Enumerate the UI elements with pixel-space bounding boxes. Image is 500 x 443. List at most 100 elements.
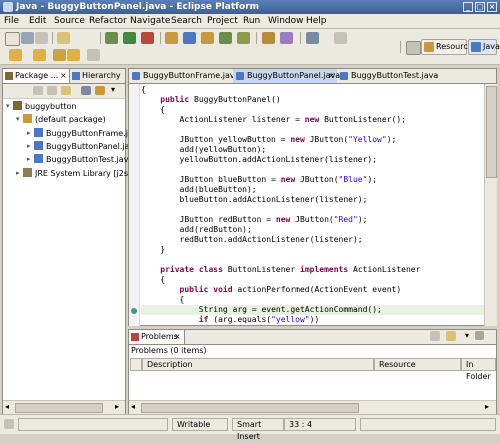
code-line[interactable]: redButton.addActionListener(listener); (141, 235, 484, 245)
view-menu-icon[interactable]: ▾ (111, 85, 115, 94)
code-line[interactable]: yellowButton.addActionListener(listener)… (141, 155, 484, 165)
back-icon[interactable] (67, 49, 80, 61)
minimize-view-icon[interactable] (475, 331, 484, 340)
column-header-icon[interactable] (130, 358, 142, 371)
menu-edit[interactable]: Edit (29, 16, 46, 27)
tree-file[interactable]: BuggyButtonFrame.java (34, 128, 142, 140)
toggle-editor-icon[interactable] (306, 32, 319, 44)
link-with-editor-icon[interactable] (95, 86, 105, 95)
new-class-icon[interactable] (183, 32, 196, 44)
column-header-in-folder[interactable]: In Folder (461, 358, 496, 381)
editor-tab[interactable]: BuggyButtonFrame.java (129, 69, 239, 83)
new-package-icon[interactable] (165, 32, 178, 44)
code-line[interactable] (141, 255, 484, 265)
code-line[interactable]: JButton redButton = new JButton("Red"); (141, 215, 484, 225)
previous-annotation-icon[interactable] (33, 49, 46, 61)
code-line[interactable]: add(blueButton); (141, 185, 484, 195)
minimize-button[interactable]: _ (463, 2, 473, 12)
close-button[interactable]: × (487, 2, 497, 12)
code-line[interactable]: { (141, 295, 484, 305)
code-line[interactable]: public BuggyButtonPanel() (141, 95, 484, 105)
expand-toggle-icon[interactable]: ▸ (27, 129, 31, 137)
java-perspective-button[interactable]: Java (468, 39, 500, 55)
left-horizontal-scrollbar[interactable]: ◂ ▸ (3, 400, 125, 414)
build-icon[interactable] (57, 32, 70, 44)
external-tools-icon[interactable] (141, 32, 154, 44)
collapse-all-icon[interactable] (81, 86, 91, 95)
menu-navigate[interactable]: Navigate (130, 16, 170, 27)
breakpoint-marker-icon[interactable] (131, 308, 137, 314)
search-icon[interactable] (280, 32, 293, 44)
tree-file[interactable]: BuggyButtonPanel.java (34, 141, 139, 153)
run-icon[interactable] (123, 32, 136, 44)
resource-perspective-button[interactable]: Resource (421, 39, 473, 55)
code-line[interactable]: JButton yellowButton = new JButton("Yell… (141, 135, 484, 145)
menu-window[interactable]: Window (268, 16, 304, 27)
fast-view-icon[interactable] (4, 419, 14, 429)
filter-icon[interactable] (446, 331, 456, 341)
back-arrow-icon[interactable] (33, 86, 43, 95)
scroll-left-icon[interactable]: ◂ (131, 402, 135, 411)
code-line[interactable] (141, 125, 484, 135)
delete-icon[interactable] (430, 331, 440, 341)
code-line-current[interactable]: String arg = event.getActionCommand(); (141, 305, 484, 315)
new-scrapbook-icon[interactable] (219, 32, 232, 44)
next-annotation-icon[interactable] (9, 49, 22, 61)
code-line[interactable]: { (141, 105, 484, 115)
tab-package-explorer[interactable]: Package ... × (3, 69, 70, 83)
menu-help[interactable]: Help (306, 16, 327, 27)
expand-toggle-icon[interactable]: ▸ (16, 169, 20, 177)
save-icon[interactable] (21, 32, 34, 44)
code-line[interactable]: add(yellowButton); (141, 145, 484, 155)
code-line[interactable]: public void actionPerformed(ActionEvent … (141, 285, 484, 295)
expand-toggle-icon[interactable]: ▸ (27, 155, 31, 163)
scroll-thumb[interactable] (15, 403, 103, 413)
menu-refactor[interactable]: Refactor (89, 16, 127, 27)
column-header-resource[interactable]: Resource (374, 358, 461, 371)
code-line[interactable]: add(redButton); (141, 225, 484, 235)
perspective-menu-icon[interactable] (334, 32, 347, 44)
code-line[interactable]: ActionListener listener = new ButtonList… (141, 115, 484, 125)
menu-run[interactable]: Run (243, 16, 260, 27)
collapse-toggle-icon[interactable]: ▾ (16, 115, 20, 123)
menu-search[interactable]: Search (171, 16, 202, 27)
up-icon[interactable] (61, 86, 71, 95)
tree-file[interactable]: BuggyButtonTest.java (34, 154, 133, 166)
menu-source[interactable]: Source (54, 16, 85, 27)
tree-package[interactable]: (default package) (23, 114, 106, 126)
view-menu-icon[interactable]: ▾ (465, 331, 469, 340)
scroll-right-icon[interactable]: ▸ (485, 402, 489, 411)
editor-vertical-scrollbar[interactable] (484, 84, 497, 326)
code-line[interactable]: { (141, 85, 484, 95)
last-edit-location-icon[interactable] (53, 49, 66, 61)
save-all-icon[interactable] (35, 32, 48, 44)
column-header-description[interactable]: Description (142, 358, 374, 371)
close-tab-icon[interactable]: × (60, 69, 67, 82)
editor-tab-active[interactable]: BuggyButtonPanel.java × (233, 69, 340, 83)
tree-project[interactable]: buggybutton (13, 101, 76, 113)
code-line[interactable] (141, 205, 484, 215)
debug-icon[interactable] (105, 32, 118, 44)
close-tab-icon[interactable]: × (174, 330, 181, 343)
new-icon[interactable] (5, 32, 20, 46)
problems-horizontal-scrollbar[interactable]: ◂ ▸ (129, 400, 496, 414)
code-line[interactable] (141, 165, 484, 175)
forward-arrow-icon[interactable] (47, 86, 57, 95)
close-tab-icon[interactable]: × (328, 69, 335, 82)
forward-icon[interactable] (87, 49, 100, 61)
code-line[interactable]: } (141, 245, 484, 255)
editor-ruler[interactable] (129, 84, 140, 326)
open-perspective-icon[interactable] (406, 41, 421, 55)
new-interface-icon[interactable] (201, 32, 214, 44)
editor-tab[interactable]: BuggyButtonTest.java (337, 69, 438, 83)
scroll-thumb[interactable] (141, 403, 359, 413)
code-area[interactable]: { public BuggyButtonPanel() { ActionList… (141, 85, 484, 325)
menu-file[interactable]: File (4, 16, 19, 27)
open-task-icon[interactable] (262, 32, 275, 44)
scroll-thumb[interactable] (486, 86, 497, 178)
open-type-icon[interactable] (237, 32, 250, 44)
expand-toggle-icon[interactable]: ▸ (27, 142, 31, 150)
collapse-toggle-icon[interactable]: ▾ (6, 102, 10, 110)
code-line[interactable]: private class ButtonListener implements … (141, 265, 484, 275)
maximize-button[interactable]: □ (475, 2, 485, 12)
